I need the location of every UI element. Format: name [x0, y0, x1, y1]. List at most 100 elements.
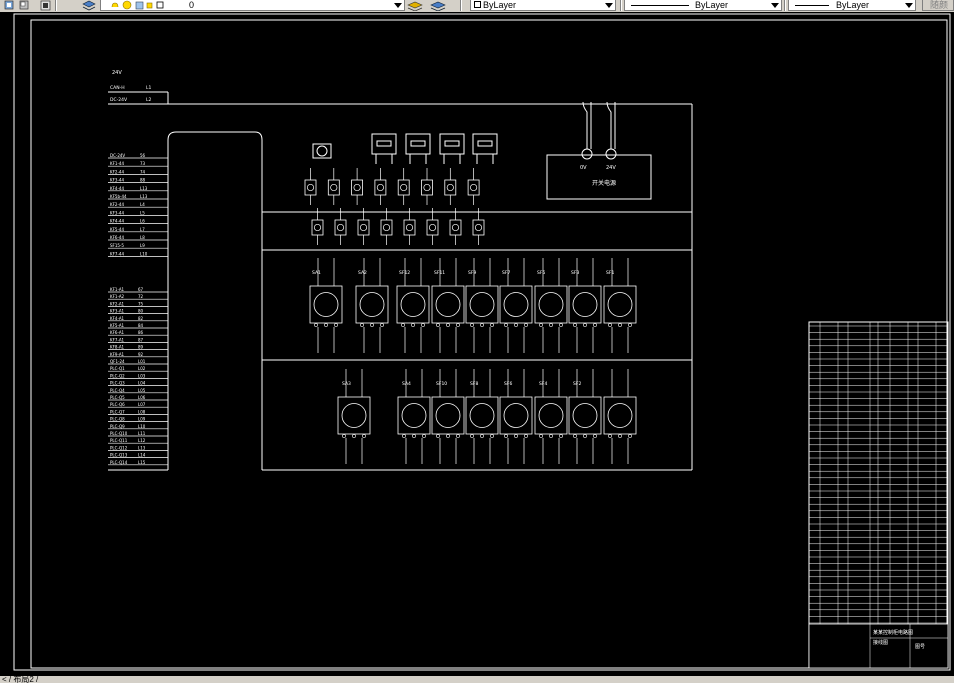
fuse-element [423, 183, 431, 192]
wire-number: 87 [138, 337, 144, 342]
layer-states-icon[interactable] [4, 0, 14, 11]
wire-number: L12 [138, 438, 146, 443]
layout-tab-label[interactable]: < / 布局2 / [2, 676, 38, 683]
relay-body [603, 396, 637, 435]
wire-number: 82 [138, 316, 144, 321]
layer-previous-button-icon[interactable] [430, 0, 446, 11]
wire-number: L10 [138, 424, 146, 429]
relay-label: SA4 [402, 381, 411, 387]
selector-switch [371, 133, 397, 155]
layer-dropdown[interactable]: 0 [100, 0, 405, 11]
title-block-title: 某某控制柜电路图 [873, 629, 913, 636]
relay-terminal [456, 434, 460, 438]
main-frame [108, 91, 693, 471]
terminal-fuse [449, 219, 462, 236]
toolbar-separator [55, 0, 57, 11]
wire-number: L04 [138, 381, 146, 386]
fuse-element [400, 183, 408, 192]
wire-number: 88 [140, 178, 146, 183]
plotstyle-dropdown[interactable]: 随颜 [922, 0, 954, 11]
fuse-element [470, 183, 478, 192]
wire-number: L13 [140, 186, 148, 191]
chevron-down-icon [905, 3, 913, 8]
relay-terminal [421, 323, 425, 327]
terminal-fuse [334, 219, 347, 236]
wire-number: 92 [138, 352, 144, 357]
terminal-fuse [311, 219, 324, 236]
fuse-element [359, 223, 368, 232]
terminal-label: KF1-44 [110, 161, 124, 166]
relay-terminal [608, 434, 612, 438]
relay-coil [401, 403, 427, 428]
terminal-label: KF3-44 [110, 178, 124, 183]
relay-terminal [608, 323, 612, 327]
lineweight-dropdown[interactable]: ByLayer [788, 0, 916, 11]
wire-number: L06 [138, 395, 146, 400]
relay-terminal [324, 323, 328, 327]
relay-terminal [628, 323, 632, 327]
terminal-label: KF8-A1 [110, 345, 125, 350]
color-dropdown[interactable]: ByLayer [470, 0, 616, 11]
wire-number: L13 [138, 445, 146, 450]
relay-terminal [314, 323, 318, 327]
wire-number: 73 [140, 161, 146, 166]
relay-coil [538, 292, 564, 317]
psu-0v-label: 0V [580, 165, 587, 171]
fuse-element [446, 183, 454, 192]
wire-number: L14 [138, 453, 146, 458]
relay-terminal [470, 434, 474, 438]
relay-terminal [573, 434, 577, 438]
selector-switch [472, 133, 498, 155]
terminal-fuse [357, 219, 370, 236]
relay-terminal [593, 434, 597, 438]
terminal-label: KF7-44 [110, 251, 124, 256]
wire-number: L4 [140, 202, 145, 207]
relay-coil [359, 292, 385, 317]
relay-label: SF1 [606, 270, 614, 276]
relay-coil [538, 403, 564, 428]
power-top-label: 24V [112, 70, 122, 76]
relay-terminal [573, 323, 577, 327]
wire-number: L5 [140, 210, 145, 215]
toolbar-separator [620, 0, 622, 11]
terminal-label: PLC-Q1 [110, 366, 125, 371]
relay-coil [503, 292, 529, 317]
wire-number: L15 [138, 460, 146, 465]
relay-terminal [446, 434, 450, 438]
relay-body [397, 396, 431, 435]
make-object-layer-current-icon[interactable] [407, 0, 423, 11]
layer-manager-icon[interactable] [40, 0, 51, 11]
layers-icon[interactable] [82, 0, 96, 11]
relay-body [568, 285, 602, 324]
linetype-dropdown[interactable]: ByLayer [624, 0, 782, 11]
wire-number: L7 [140, 227, 145, 232]
terminal-label: PLC-Q13 [110, 453, 128, 458]
fuse-element [306, 183, 315, 192]
terminal-label: KF3-44 [110, 210, 124, 215]
relay-terminal [514, 434, 518, 438]
layout-tabs-bar[interactable]: < / 布局2 / [0, 676, 954, 683]
terminal-label: PLC-Q12 [110, 445, 128, 450]
toolbar-separator [784, 0, 786, 11]
terminal-label: KF4-A1 [110, 316, 125, 321]
layer-value: 0 [189, 0, 195, 10]
wire-number: L8 [140, 235, 145, 240]
terminal-fuse [421, 179, 433, 196]
selector-switches [312, 133, 498, 164]
switch-knob [410, 140, 426, 147]
terminal-label: PLC-Q7 [110, 409, 125, 414]
wire-number: L10 [140, 251, 148, 256]
layer-previous-icon[interactable] [19, 0, 30, 11]
terminal-label: PLC-Q6 [110, 402, 125, 407]
relay-coil [503, 403, 529, 428]
terminal-label: PLC-Q3 [110, 381, 125, 386]
relay-terminal [360, 323, 364, 327]
terminal-label: KF5-44 [110, 227, 124, 232]
lineweight-preview-icon [795, 5, 829, 6]
terminal-fuse [351, 179, 364, 196]
terminal-label: KF3-A1 [110, 309, 125, 314]
drawing-canvas[interactable]: CAN-H L1 DC-24V L2 DC-24V 56 KF1-44 73 KF2-44 74 K… [0, 12, 954, 676]
terminal-label: KF9-A1 [110, 352, 125, 357]
terminal-label: KF4-44 [110, 186, 124, 191]
terminal-label: PLC-Q5 [110, 395, 125, 400]
